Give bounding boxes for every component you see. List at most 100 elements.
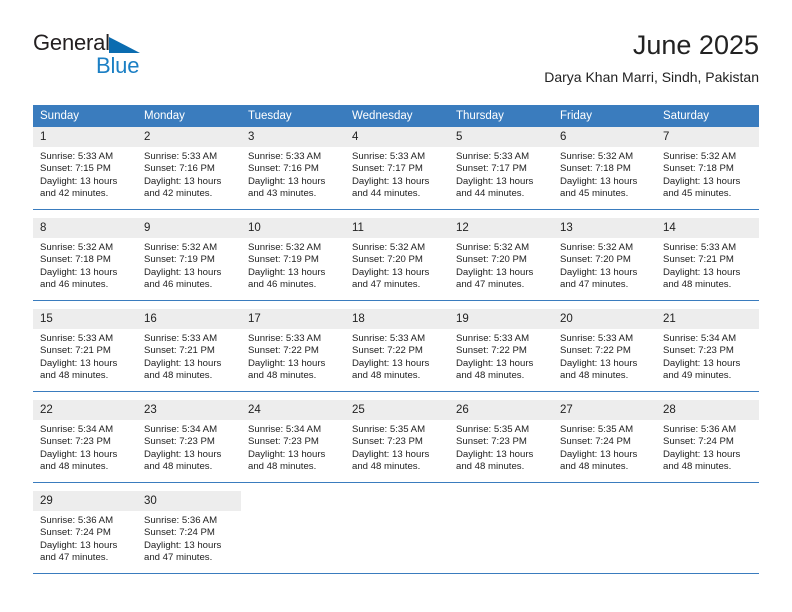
sunrise-text: Sunrise: 5:33 AM [352,333,426,344]
week-spacer-cell [33,300,759,309]
logo-text-blue: Blue [96,53,140,78]
day-number: 26 [449,400,553,420]
day-number: 18 [345,309,449,329]
day-cell[interactable]: 13 Sunrise: 5:32 AM Sunset: 7:20 PM Dayl… [553,218,656,301]
weekday-header-friday: Friday [553,105,656,127]
sunset-text: Sunset: 7:23 PM [40,436,111,448]
sunset-text: Sunset: 7:19 PM [144,254,215,266]
day-number: 15 [33,309,137,329]
calendar-page: General Blue June 2025 Darya Khan Marri,… [0,0,792,612]
day-number: 30 [137,491,241,511]
day-cell[interactable]: 12 Sunrise: 5:32 AM Sunset: 7:20 PM Dayl… [449,218,553,301]
sunrise-text: Sunrise: 5:32 AM [352,242,426,253]
page-title: June 2025 [632,30,759,60]
day-cell[interactable]: 18 Sunrise: 5:33 AM Sunset: 7:22 PM Dayl… [345,309,449,392]
day-info: Sunrise: 5:35 AM Sunset: 7:23 PM Dayligh… [449,420,553,473]
day-cell[interactable]: 30 Sunrise: 5:36 AM Sunset: 7:24 PM Dayl… [137,491,241,574]
sunrise-text: Sunrise: 5:35 AM [560,424,634,435]
sunrise-text: Sunrise: 5:32 AM [560,242,634,253]
daylight-text-line2: and 48 minutes. [144,460,213,472]
calendar-week-row: 1 Sunrise: 5:33 AM Sunset: 7:15 PM Dayli… [33,127,759,210]
daylight-text-line2: and 45 minutes. [560,187,629,199]
day-cell[interactable]: 22 Sunrise: 5:34 AM Sunset: 7:23 PM Dayl… [33,400,137,483]
daylight-text-line2: and 42 minutes. [40,187,109,199]
day-number: 1 [33,127,137,147]
day-info: Sunrise: 5:33 AM Sunset: 7:17 PM Dayligh… [345,147,449,200]
day-cell[interactable]: 20 Sunrise: 5:33 AM Sunset: 7:22 PM Dayl… [553,309,656,392]
daylight-text-line1: Daylight: 13 hours [40,266,118,278]
day-cell[interactable]: 2 Sunrise: 5:33 AM Sunset: 7:16 PM Dayli… [137,127,241,210]
day-cell[interactable]: 8 Sunrise: 5:32 AM Sunset: 7:18 PM Dayli… [33,218,137,301]
sunset-text: Sunset: 7:19 PM [248,254,319,266]
sunset-text: Sunset: 7:18 PM [40,254,111,266]
sunrise-text: Sunrise: 5:36 AM [663,424,737,435]
day-cell[interactable]: 5 Sunrise: 5:33 AM Sunset: 7:17 PM Dayli… [449,127,553,210]
sunset-text: Sunset: 7:22 PM [456,345,527,357]
daylight-text-line1: Daylight: 13 hours [40,175,118,187]
day-cell[interactable]: 14 Sunrise: 5:33 AM Sunset: 7:21 PM Dayl… [656,218,759,301]
day-cell[interactable]: 27 Sunrise: 5:35 AM Sunset: 7:24 PM Dayl… [553,400,656,483]
day-number: 23 [137,400,241,420]
day-cell[interactable]: 11 Sunrise: 5:32 AM Sunset: 7:20 PM Dayl… [345,218,449,301]
sunset-text: Sunset: 7:23 PM [248,436,319,448]
weekday-header-thursday: Thursday [449,105,553,127]
sunrise-text: Sunrise: 5:32 AM [248,242,322,253]
day-cell[interactable]: 16 Sunrise: 5:33 AM Sunset: 7:21 PM Dayl… [137,309,241,392]
day-info: Sunrise: 5:35 AM Sunset: 7:23 PM Dayligh… [345,420,449,473]
day-cell[interactable]: 10 Sunrise: 5:32 AM Sunset: 7:19 PM Dayl… [241,218,345,301]
day-number: 12 [449,218,553,238]
sunset-text: Sunset: 7:20 PM [352,254,423,266]
sunset-text: Sunset: 7:24 PM [40,527,111,539]
day-cell[interactable]: 6 Sunrise: 5:32 AM Sunset: 7:18 PM Dayli… [553,127,656,210]
day-number: 11 [345,218,449,238]
day-cell[interactable]: 7 Sunrise: 5:32 AM Sunset: 7:18 PM Dayli… [656,127,759,210]
weekday-header-wednesday: Wednesday [345,105,449,127]
daylight-text-line1: Daylight: 13 hours [248,266,326,278]
day-info: Sunrise: 5:33 AM Sunset: 7:22 PM Dayligh… [449,329,553,382]
day-info: Sunrise: 5:32 AM Sunset: 7:18 PM Dayligh… [656,147,759,200]
day-number: 7 [656,127,759,147]
daylight-text-line2: and 48 minutes. [352,460,421,472]
day-info: Sunrise: 5:35 AM Sunset: 7:24 PM Dayligh… [553,420,656,473]
sunrise-text: Sunrise: 5:33 AM [40,151,114,162]
day-info: Sunrise: 5:33 AM Sunset: 7:22 PM Dayligh… [345,329,449,382]
day-cell[interactable]: 28 Sunrise: 5:36 AM Sunset: 7:24 PM Dayl… [656,400,759,483]
day-cell[interactable]: 3 Sunrise: 5:33 AM Sunset: 7:16 PM Dayli… [241,127,345,210]
day-cell[interactable]: 19 Sunrise: 5:33 AM Sunset: 7:22 PM Dayl… [449,309,553,392]
sunset-text: Sunset: 7:24 PM [663,436,734,448]
day-number: 4 [345,127,449,147]
daylight-text-line2: and 43 minutes. [248,187,317,199]
day-cell[interactable]: 23 Sunrise: 5:34 AM Sunset: 7:23 PM Dayl… [137,400,241,483]
day-cell[interactable]: 17 Sunrise: 5:33 AM Sunset: 7:22 PM Dayl… [241,309,345,392]
day-cell[interactable]: 4 Sunrise: 5:33 AM Sunset: 7:17 PM Dayli… [345,127,449,210]
day-cell[interactable]: 29 Sunrise: 5:36 AM Sunset: 7:24 PM Dayl… [33,491,137,574]
calendar-grid: Sunday Monday Tuesday Wednesday Thursday… [33,105,759,574]
day-cell[interactable]: 25 Sunrise: 5:35 AM Sunset: 7:23 PM Dayl… [345,400,449,483]
day-cell[interactable]: 24 Sunrise: 5:34 AM Sunset: 7:23 PM Dayl… [241,400,345,483]
daylight-text-line2: and 47 minutes. [352,278,421,290]
day-cell[interactable]: 1 Sunrise: 5:33 AM Sunset: 7:15 PM Dayli… [33,127,137,210]
daylight-text-line2: and 48 minutes. [40,460,109,472]
daylight-text-line1: Daylight: 13 hours [144,357,222,369]
weekday-header-sunday: Sunday [33,105,137,127]
day-cell-empty [656,491,759,574]
day-cell[interactable]: 15 Sunrise: 5:33 AM Sunset: 7:21 PM Dayl… [33,309,137,392]
day-info: Sunrise: 5:32 AM Sunset: 7:18 PM Dayligh… [553,147,656,200]
day-cell-empty [345,491,449,574]
daylight-text-line1: Daylight: 13 hours [144,266,222,278]
sunset-text: Sunset: 7:21 PM [144,345,215,357]
logo-text-general: General [33,30,110,55]
day-info: Sunrise: 5:32 AM Sunset: 7:20 PM Dayligh… [345,238,449,291]
calendar-week-row: 29 Sunrise: 5:36 AM Sunset: 7:24 PM Dayl… [33,491,759,574]
daylight-text-line1: Daylight: 13 hours [352,266,430,278]
sunset-text: Sunset: 7:23 PM [456,436,527,448]
calendar-body: 1 Sunrise: 5:33 AM Sunset: 7:15 PM Dayli… [33,127,759,574]
daylight-text-line1: Daylight: 13 hours [560,448,638,460]
day-cell[interactable]: 21 Sunrise: 5:34 AM Sunset: 7:23 PM Dayl… [656,309,759,392]
sunrise-text: Sunrise: 5:33 AM [144,333,218,344]
sunrise-text: Sunrise: 5:35 AM [456,424,530,435]
week-spacer [33,209,759,218]
day-cell[interactable]: 9 Sunrise: 5:32 AM Sunset: 7:19 PM Dayli… [137,218,241,301]
daylight-text-line1: Daylight: 13 hours [663,448,741,460]
day-cell[interactable]: 26 Sunrise: 5:35 AM Sunset: 7:23 PM Dayl… [449,400,553,483]
